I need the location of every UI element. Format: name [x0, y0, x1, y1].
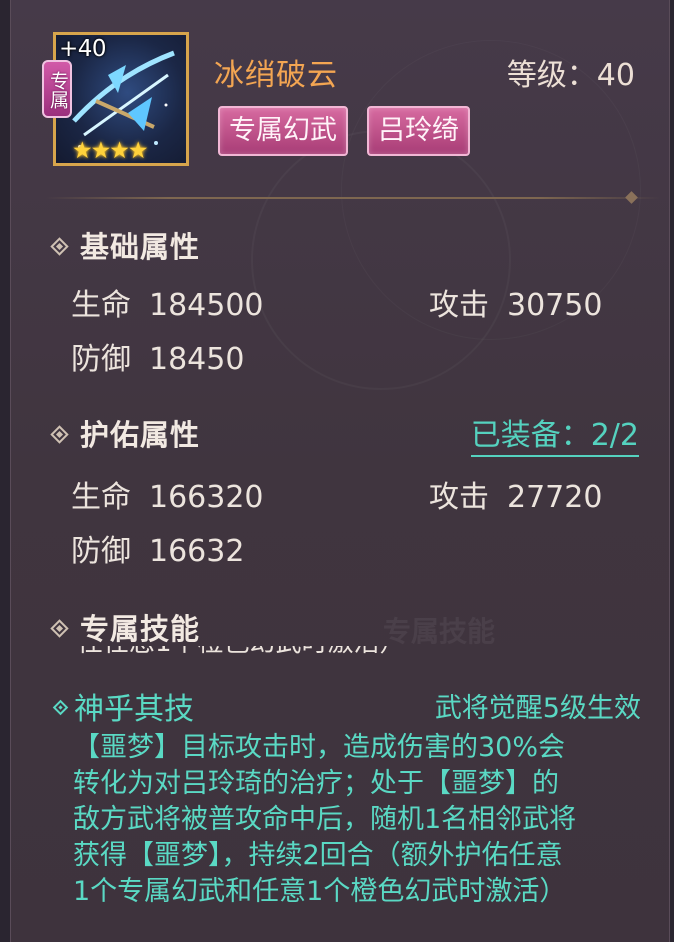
- faded-section-title: 专属技能: [383, 615, 496, 648]
- skill-description-line: 转化为对吕玲琦的治疗；处于【噩梦】的: [73, 768, 559, 799]
- protect-hp-stat: 生命 166320: [71, 480, 264, 515]
- exclusive-skill-title: 专属技能: [50, 606, 200, 648]
- skill-description-line: 获得【噩梦】，持续2回合（额外护佑任意: [73, 840, 563, 871]
- basic-attributes-title: 基础属性: [50, 224, 200, 266]
- scrolled-cutoff-text: 任任息1个橙色幻武时激活）: [77, 646, 406, 660]
- diamond-bullet-icon: [52, 699, 69, 716]
- protect-def-stat: 防御 16632: [71, 534, 245, 569]
- diamond-bullet-icon: [50, 424, 69, 444]
- tag-owner-hero: 吕玲绮: [367, 106, 470, 156]
- skill-description-line: 敌方武将被普攻命中后，随机1名相邻武将: [73, 804, 577, 835]
- basic-atk-stat: 攻击 30750: [429, 288, 603, 323]
- diamond-bullet-icon: [50, 618, 69, 638]
- basic-def-stat: 防御 18450: [71, 342, 245, 377]
- diamond-bullet-icon: [50, 236, 69, 256]
- protect-atk-stat: 攻击 27720: [429, 480, 603, 515]
- basic-hp-stat: 生命 184500: [71, 288, 264, 323]
- skill-description: 【噩梦】目标攻击时，造成伤害的30%会 转化为对吕玲琦的治疗；处于【噩梦】的 敌…: [73, 730, 643, 910]
- weapon-name: 冰绡破云: [214, 58, 338, 93]
- skill-name: 神乎其技: [52, 684, 194, 728]
- item-detail-panel: +40 专属 ★★★★ 冰绡破云 等级：40 专属幻武 吕玲绮 基础属性 生命 1…: [10, 0, 670, 942]
- equipped-count-link[interactable]: 已装备：2/2: [470, 410, 639, 457]
- skill-description-line: 1个专属幻武和任意1个橙色幻武时激活）: [73, 876, 567, 907]
- exclusive-badge: 专属: [42, 60, 72, 118]
- divider: [45, 197, 661, 199]
- protect-attributes-title: 护佑属性: [50, 412, 200, 454]
- enhance-level: +40: [59, 36, 107, 62]
- star-rating: ★★★★: [72, 138, 148, 164]
- skill-description-line: 【噩梦】目标攻击时，造成伤害的30%会: [73, 732, 566, 763]
- skill-activation-condition: 武将觉醒5级生效: [434, 693, 641, 724]
- tag-exclusive-weapon: 专属幻武: [218, 106, 348, 156]
- weapon-level: 等级：40: [506, 58, 635, 93]
